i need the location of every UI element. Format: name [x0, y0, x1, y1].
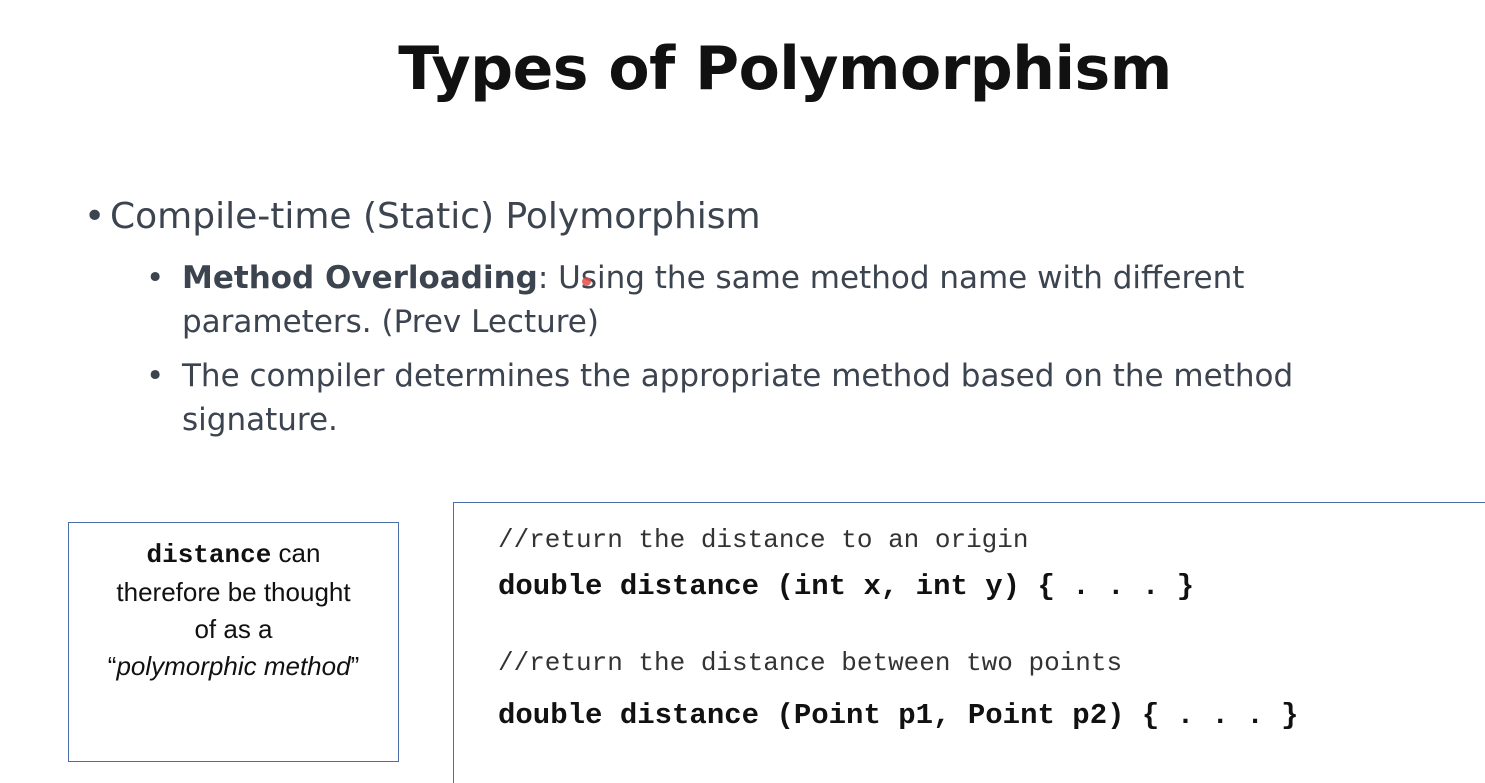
bullet-dot-icon: • — [146, 358, 165, 394]
sub-bullet-text: The compiler determines the appropriate … — [182, 354, 1412, 442]
code-comment-points: //return the distance between two points — [498, 648, 1123, 678]
sub-bullet-bold-term: Method Overloading — [182, 260, 538, 296]
sub-bullet-description: The compiler determines the appropriate … — [182, 358, 1294, 438]
bullet-dot-icon: • — [146, 260, 165, 296]
slide: Types of Polymorphism • Compile-time (Sta… — [0, 0, 1485, 783]
note-line-4: “polymorphic method” — [107, 651, 360, 681]
sub-bullet-text: Method Overloading: Using the same metho… — [182, 256, 1412, 344]
laser-pointer-icon — [582, 277, 591, 286]
code-signature-int: double distance (int x, int y) { . . . } — [498, 570, 1195, 603]
code-comment-origin: //return the distance to an origin — [498, 525, 1029, 555]
sub-bullet-compiler: • The compiler determines the appropriat… — [146, 354, 1412, 442]
bullet-dot-icon: • — [84, 196, 106, 237]
note-phrase: polymorphic method — [116, 651, 351, 681]
main-bullet-text: Compile-time (Static) Polymorphism — [110, 196, 761, 237]
code-signature-point: double distance (Point p1, Point p2) { .… — [498, 699, 1299, 732]
note-line-3: of as a — [194, 614, 273, 644]
sub-bullet-method-overloading: • Method Overloading: Using the same met… — [146, 256, 1412, 344]
note-line-2: therefore be thought — [116, 577, 351, 607]
note-box: distance can therefore be thought of as … — [68, 522, 399, 762]
note-keyword: distance — [146, 540, 272, 570]
main-bullet: • Compile-time (Static) Polymorphism — [84, 196, 761, 237]
slide-title: Types of Polymorphism — [398, 34, 1172, 104]
note-line-1: distance can — [146, 538, 321, 570]
code-box: //return the distance to an origin doubl… — [453, 502, 1485, 783]
